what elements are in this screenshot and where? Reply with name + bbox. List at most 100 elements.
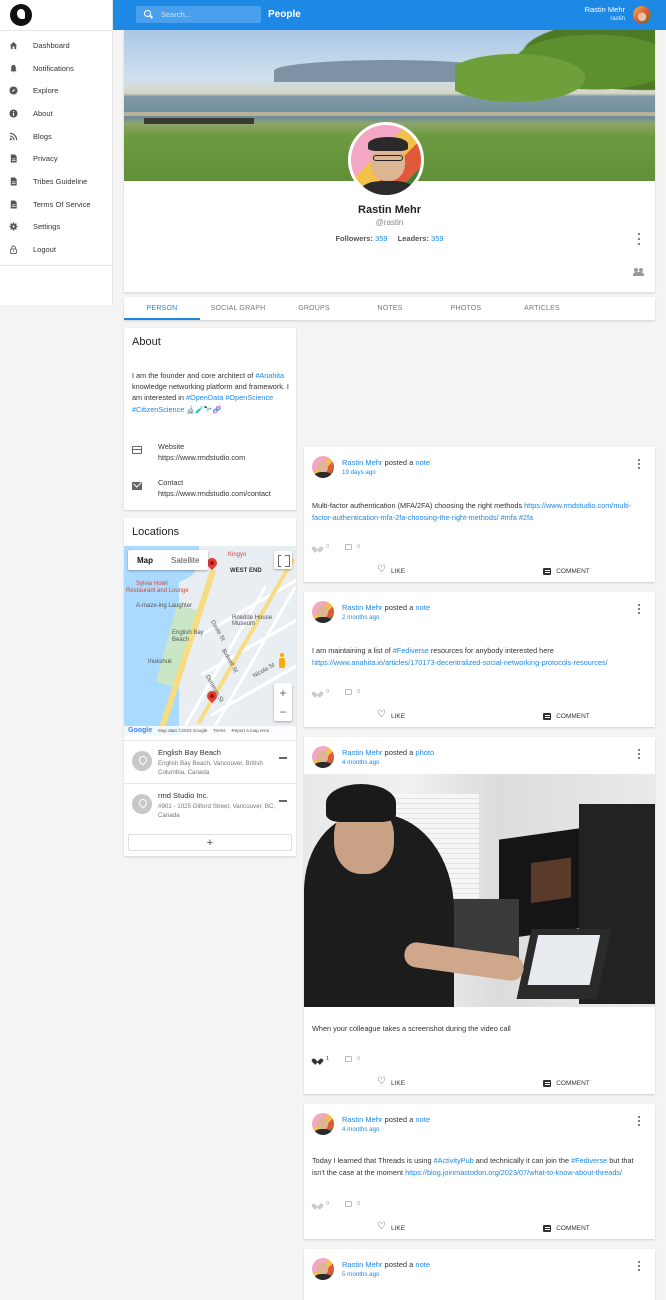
hashtag-link[interactable]: #Anahita bbox=[255, 371, 284, 380]
post-actions: LIKE COMMENT bbox=[304, 1076, 655, 1090]
website-url[interactable]: https://www.rmdstudio.com bbox=[158, 452, 245, 463]
map-data-text: Map data ©2023 Google bbox=[158, 728, 208, 733]
tab-photos[interactable]: PHOTOS bbox=[428, 297, 504, 320]
zoom-in-button[interactable]: + bbox=[274, 683, 292, 702]
remove-location-button[interactable] bbox=[279, 800, 287, 802]
comment-button[interactable]: COMMENT bbox=[479, 1221, 654, 1235]
comment-button[interactable]: COMMENT bbox=[479, 709, 654, 723]
post-header: Rastin Mehr posted a photo bbox=[342, 748, 434, 757]
about-title: About bbox=[132, 336, 161, 348]
report-link[interactable]: Report a map error bbox=[231, 728, 269, 733]
more-vert-icon[interactable] bbox=[637, 459, 641, 469]
hashtag-link[interactable]: #OpenData bbox=[186, 393, 223, 402]
sidebar-item-explore[interactable]: Explore bbox=[0, 79, 113, 102]
user-menu[interactable]: Rastin Mehr rastin bbox=[585, 5, 625, 22]
comment-icon bbox=[543, 567, 552, 575]
post-link[interactable]: https://www.anahita.io/articles/170173-d… bbox=[312, 658, 608, 667]
comment-label: COMMENT bbox=[556, 712, 590, 720]
more-vert-icon[interactable] bbox=[637, 233, 641, 245]
document-icon bbox=[9, 177, 18, 186]
post-time[interactable]: 19 days ago bbox=[342, 469, 376, 476]
remove-location-button[interactable] bbox=[279, 757, 287, 759]
leaders-count[interactable]: 359 bbox=[431, 234, 444, 243]
post-type-link[interactable]: note bbox=[415, 603, 430, 612]
about-text-part: I am the founder and core architect of bbox=[132, 371, 256, 380]
add-location-button[interactable]: + bbox=[128, 834, 292, 851]
like-button[interactable]: LIKE bbox=[304, 1221, 479, 1235]
hashtag-link[interactable]: #ActivityPub bbox=[434, 1156, 474, 1165]
map[interactable]: WEST END Kingyo Sylvia Hotel Restaurant … bbox=[124, 546, 296, 735]
search-icon bbox=[144, 10, 153, 19]
sidebar-item-notifications[interactable]: Notifications bbox=[0, 57, 113, 80]
tab-person[interactable]: PERSON bbox=[124, 297, 200, 320]
like-button[interactable]: LIKE bbox=[304, 564, 479, 578]
more-vert-icon[interactable] bbox=[637, 604, 641, 614]
post-time[interactable]: 4 months ago bbox=[342, 759, 380, 766]
sidebar-item-terms-of-service[interactable]: Terms Of Service bbox=[0, 193, 113, 216]
post-time[interactable]: 5 months ago bbox=[342, 1271, 380, 1278]
author-link[interactable]: Rastin Mehr bbox=[342, 458, 382, 467]
followers-count[interactable]: 359 bbox=[375, 234, 388, 243]
sidebar-item-privacy[interactable]: Privacy bbox=[0, 147, 113, 170]
avatar[interactable] bbox=[633, 6, 651, 24]
author-link[interactable]: Rastin Mehr bbox=[342, 748, 382, 757]
author-link[interactable]: Rastin Mehr bbox=[342, 603, 382, 612]
post-body: resources for anybody interested here bbox=[428, 646, 554, 655]
zoom-out-button[interactable]: − bbox=[274, 702, 292, 721]
comment-button[interactable]: COMMENT bbox=[479, 564, 654, 578]
search-box[interactable] bbox=[136, 6, 261, 23]
post-body: I am maintaining a list of bbox=[312, 646, 393, 655]
hashtag-link[interactable]: #mfa #2fa bbox=[499, 513, 533, 522]
map-tab[interactable]: Map bbox=[128, 550, 162, 570]
hashtag-link[interactable]: #CitizenScience bbox=[132, 405, 184, 414]
author-link[interactable]: Rastin Mehr bbox=[342, 1260, 382, 1269]
sidebar-item-dashboard[interactable]: Dashboard bbox=[0, 34, 113, 57]
search-input[interactable] bbox=[161, 10, 251, 19]
tab-articles[interactable]: ARTICLES bbox=[504, 297, 580, 320]
hashtag-link[interactable]: #Fediverse bbox=[393, 646, 429, 655]
sidebar-item-settings[interactable]: Settings bbox=[0, 216, 113, 239]
avatar[interactable] bbox=[312, 746, 334, 768]
post-type-link[interactable]: note bbox=[415, 1115, 430, 1124]
post-time[interactable]: 4 months ago bbox=[342, 1126, 380, 1133]
terms-link[interactable]: Terms bbox=[213, 728, 225, 733]
map-label: Kingyo bbox=[228, 552, 247, 558]
tab-notes[interactable]: NOTES bbox=[352, 297, 428, 320]
avatar[interactable] bbox=[312, 1258, 334, 1280]
hashtag-link[interactable]: #OpenScience bbox=[225, 393, 273, 402]
sidebar-item-tribes-guideline[interactable]: Tribes Guideline bbox=[0, 170, 113, 193]
post-type-link[interactable]: note bbox=[415, 1260, 430, 1269]
tab-groups[interactable]: GROUPS bbox=[276, 297, 352, 320]
post-time[interactable]: 2 months ago bbox=[342, 614, 380, 621]
tab-social-graph[interactable]: SOCIAL GRAPH bbox=[200, 297, 276, 320]
more-vert-icon[interactable] bbox=[637, 1116, 641, 1126]
avatar[interactable] bbox=[312, 456, 334, 478]
author-link[interactable]: Rastin Mehr bbox=[342, 1115, 382, 1124]
comment-button[interactable]: COMMENT bbox=[479, 1076, 654, 1090]
like-button[interactable]: LIKE bbox=[304, 709, 479, 723]
logo-icon[interactable] bbox=[10, 4, 32, 26]
sidebar-nav: Dashboard Notifications Explore About Bl… bbox=[0, 34, 113, 261]
satellite-tab[interactable]: Satellite bbox=[162, 550, 208, 570]
fullscreen-icon[interactable] bbox=[274, 551, 292, 569]
post-text: I am maintaining a list of #Fediverse re… bbox=[312, 645, 647, 668]
about-card: About I am the founder and core architec… bbox=[124, 328, 296, 510]
contact-url[interactable]: https://www.rmdstudio.com/contact bbox=[158, 488, 271, 499]
comment-count: 0 bbox=[345, 1201, 360, 1207]
more-vert-icon[interactable] bbox=[637, 749, 641, 759]
pegman-icon[interactable] bbox=[278, 653, 286, 669]
like-button[interactable]: LIKE bbox=[304, 1076, 479, 1090]
post-photo[interactable] bbox=[304, 774, 655, 1007]
post-type-link[interactable]: note bbox=[415, 458, 430, 467]
avatar[interactable] bbox=[312, 1113, 334, 1135]
avatar[interactable] bbox=[312, 601, 334, 623]
sidebar-item-logout[interactable]: Logout bbox=[0, 238, 113, 261]
sidebar-item-about[interactable]: About bbox=[0, 102, 113, 125]
post-link[interactable]: https://blog.joinmastodon.org/2023/07/wh… bbox=[405, 1168, 622, 1177]
post-type-link[interactable]: photo bbox=[415, 748, 434, 757]
sidebar-item-blogs[interactable]: Blogs bbox=[0, 125, 113, 148]
more-vert-icon[interactable] bbox=[637, 1261, 641, 1271]
group-icon[interactable] bbox=[633, 268, 645, 276]
profile-name: Rastin Mehr bbox=[358, 204, 421, 216]
hashtag-link[interactable]: #Fediverse bbox=[571, 1156, 607, 1165]
